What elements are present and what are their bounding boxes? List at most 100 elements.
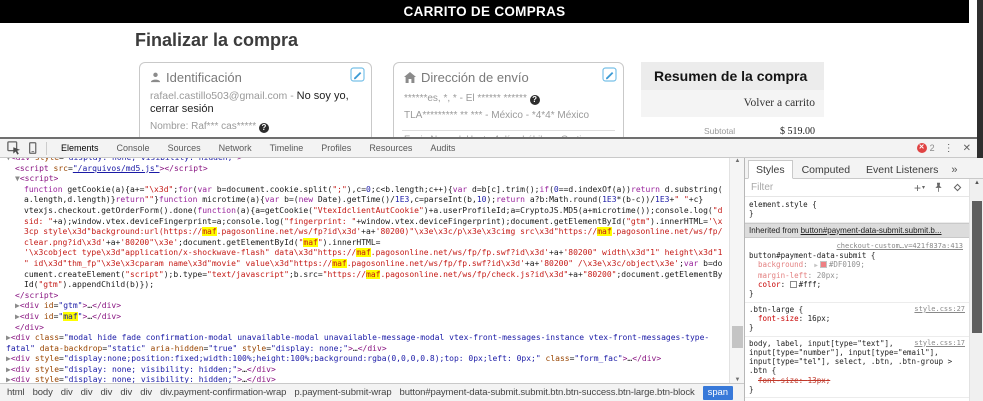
dom-tree-line[interactable]: ▶<div class="modal hide fade confirmatio… xyxy=(0,333,729,344)
stylesheet-source-link[interactable]: checkout-custom…v=421f837a:413 xyxy=(837,242,963,250)
dom-tree-line[interactable]: 3cp style\x3d"background:url(https://maf… xyxy=(0,227,729,238)
css-property[interactable]: font-size: 13px; xyxy=(749,376,965,385)
shorthand-expander-icon[interactable]: ▶ xyxy=(814,262,818,269)
breadcrumb-item[interactable]: div.payment-confirmation-wrap xyxy=(160,387,286,398)
window-edge xyxy=(977,0,983,158)
separator-text: - xyxy=(287,90,297,102)
devtools-tab-profiles[interactable]: Profiles xyxy=(312,139,360,157)
css-property[interactable]: background: ▶ #DF0109; xyxy=(749,260,965,270)
dom-tree-line[interactable]: a.length,d.length)}return""}function mic… xyxy=(0,195,729,206)
help-icon[interactable]: ? xyxy=(529,95,540,105)
devtools-main: ▼<div style="display: none; visibility: … xyxy=(0,158,983,401)
devtools-tab-audits[interactable]: Audits xyxy=(421,139,464,157)
css-property[interactable]: font-size: 16px; xyxy=(749,314,965,323)
dom-tree-line[interactable]: function getCookie(a){a+="\x3d";for(var … xyxy=(0,185,729,196)
devtools-tab-resources[interactable]: Resources xyxy=(360,139,421,157)
shipping-address-line2: TLA********* ** *** - México - *4*4* Méx… xyxy=(404,110,590,121)
identification-card: Identificación rafael.castillo503@gmail.… xyxy=(139,62,372,137)
home-icon xyxy=(404,71,416,86)
rule-close-brace: } xyxy=(749,209,754,219)
edit-shipping-icon[interactable] xyxy=(602,67,618,83)
devtools-tab-timeline[interactable]: Timeline xyxy=(261,139,313,157)
inspect-element-icon[interactable] xyxy=(5,140,23,156)
styles-filter-input[interactable]: Filter xyxy=(751,182,773,193)
sidebar-tabs-overflow-icon[interactable]: » xyxy=(947,162,961,178)
card-header: Dirección de envío xyxy=(394,63,623,88)
color-swatch[interactable] xyxy=(789,281,797,289)
devtools-tab-console[interactable]: Console xyxy=(108,139,159,157)
browser-window: { "page": { "top_bar_title": "CARRITO DE… xyxy=(0,0,983,401)
dom-tree-line[interactable]: cument.createElement("script");b.type="t… xyxy=(0,269,729,281)
dom-tree-line[interactable]: ▶<div style="display: none; visibility: … xyxy=(0,365,729,376)
devtools-menu-icon[interactable]: ⋮ xyxy=(944,143,954,154)
dom-tree-line[interactable]: <script src="/arquivos/md5.js"></script> xyxy=(0,164,729,175)
color-format-icon[interactable] xyxy=(952,182,963,193)
inherited-from-bar: Inherited from button#payment-data-submi… xyxy=(745,222,969,238)
devtools-tab-network[interactable]: Network xyxy=(210,139,261,157)
scroll-up-icon[interactable]: ▲ xyxy=(970,180,983,186)
elements-scrollbar[interactable]: ▲ ▼ xyxy=(729,158,744,383)
styles-scrollbar-thumb[interactable] xyxy=(972,201,982,333)
stylesheet-source-link[interactable]: style.css:17 xyxy=(914,339,965,348)
breadcrumb-item[interactable]: div xyxy=(61,387,73,398)
dom-tree-line[interactable]: sid: "+a);window.vtex.deviceFingerprint=… xyxy=(0,217,729,228)
breadcrumb-item[interactable]: div xyxy=(81,387,93,398)
dom-tree-line[interactable]: clear.png?id\x3d'+a+'80200"\x3e';documen… xyxy=(0,237,729,249)
user-name-text: Nombre: Raf*** cas***** xyxy=(150,121,257,132)
dom-tree-line[interactable]: </script> xyxy=(0,291,729,302)
dom-tree-line[interactable]: fatal" data-backdrop="static" aria-hidde… xyxy=(0,344,729,355)
order-summary: Resumen de la compra Volver a carrito Su… xyxy=(641,62,824,137)
scroll-up-icon[interactable]: ▲ xyxy=(730,158,745,164)
breadcrumb-item[interactable]: body xyxy=(33,387,53,398)
stylesheet-source-link[interactable]: style.css:27 xyxy=(914,305,965,314)
devtools-close-icon[interactable]: ✕ xyxy=(963,143,971,154)
dom-tree-line[interactable]: " id\x3d"thm_fp"\x3e\x3cparam name\x3d"m… xyxy=(0,258,729,270)
rule-selector[interactable]: element.style { xyxy=(749,200,817,209)
style-rule: element.style {} xyxy=(745,198,969,223)
dom-tree-line[interactable]: Id("gtm").appendChild(b)}); xyxy=(0,280,729,291)
styles-scrollbar[interactable]: ▲ xyxy=(969,179,983,401)
dom-tree-line[interactable]: ▶<div id="maf">…</div> xyxy=(0,311,729,323)
dom-tree-line[interactable]: ▶<div id="gtm">…</div> xyxy=(0,301,729,312)
css-property[interactable]: margin-left: 20px; xyxy=(749,271,965,280)
help-icon[interactable]: ? xyxy=(258,123,269,133)
sidebar-tab-event-listeners[interactable]: Event Listeners xyxy=(859,161,945,178)
page-title-bar: CARRITO DE COMPRAS xyxy=(0,0,969,23)
shipping-card-title: Dirección de envío xyxy=(421,70,529,85)
breadcrumb-item[interactable]: div xyxy=(140,387,152,398)
inherited-from-link[interactable]: button#payment-data-submit.submit.b... xyxy=(801,226,942,235)
new-style-rule-icon[interactable]: + ▾ xyxy=(914,182,925,194)
back-to-cart-link[interactable]: Volver a carrito xyxy=(744,97,815,109)
style-rule: style.css:17 body, label, input[type="tex… xyxy=(745,337,969,399)
device-toolbar-icon[interactable] xyxy=(23,140,41,156)
rule-selector[interactable]: .btn-large { xyxy=(749,305,803,314)
dom-tree-line[interactable]: ▶<div style="display:none;position:fixed… xyxy=(0,354,729,365)
sidebar-tabs: Styles Computed Event Listeners» xyxy=(745,158,983,179)
devtools-tab-sources[interactable]: Sources xyxy=(159,139,210,157)
dom-tree-line[interactable]: vtexjs.checkout.getOrderForm().done(func… xyxy=(0,206,729,217)
elements-scrollbar-thumb[interactable] xyxy=(732,326,743,348)
dom-tree-line[interactable]: ▼<script> xyxy=(0,174,729,185)
breadcrumb-item[interactable]: html xyxy=(7,387,25,398)
rule-selector[interactable]: button#payment-data-submit { xyxy=(749,251,875,260)
breadcrumb-item[interactable]: button#payment-data-submit.submit.btn.bt… xyxy=(400,387,695,398)
styles-rules: element.style {} Inherited from button#pa… xyxy=(745,198,969,401)
breadcrumb-item[interactable]: p.payment-submit-wrap xyxy=(294,387,391,398)
breadcrumb-item[interactable]: div xyxy=(100,387,112,398)
sidebar-tab-computed[interactable]: Computed xyxy=(795,161,857,178)
dom-breadcrumb: html body div div div div div div.payment-confi… xyxy=(0,383,744,401)
breadcrumb-item[interactable]: span xyxy=(702,385,733,400)
css-property[interactable]: color: #fff; xyxy=(749,280,965,289)
devtools-toolbar: Elements Console Sources Network Timeline Pro… xyxy=(0,139,983,158)
console-error-badge[interactable]: ✕ 2 xyxy=(916,143,935,153)
color-swatch[interactable] xyxy=(819,261,827,269)
breadcrumb-item[interactable]: div xyxy=(120,387,132,398)
dom-tree-line[interactable]: </div> xyxy=(0,323,729,334)
sidebar-tab-styles[interactable]: Styles xyxy=(748,160,793,179)
dom-tree-line[interactable]: '\x3cobject type\x3d"application/x-shock… xyxy=(0,248,729,259)
edit-identification-icon[interactable] xyxy=(350,67,366,83)
dom-tree-line[interactable]: ▶<div style="display: none; visibility: … xyxy=(0,375,729,383)
devtools-tab-elements[interactable]: Elements xyxy=(52,139,108,157)
person-icon xyxy=(150,71,161,86)
toggle-element-state-icon[interactable] xyxy=(933,182,944,193)
